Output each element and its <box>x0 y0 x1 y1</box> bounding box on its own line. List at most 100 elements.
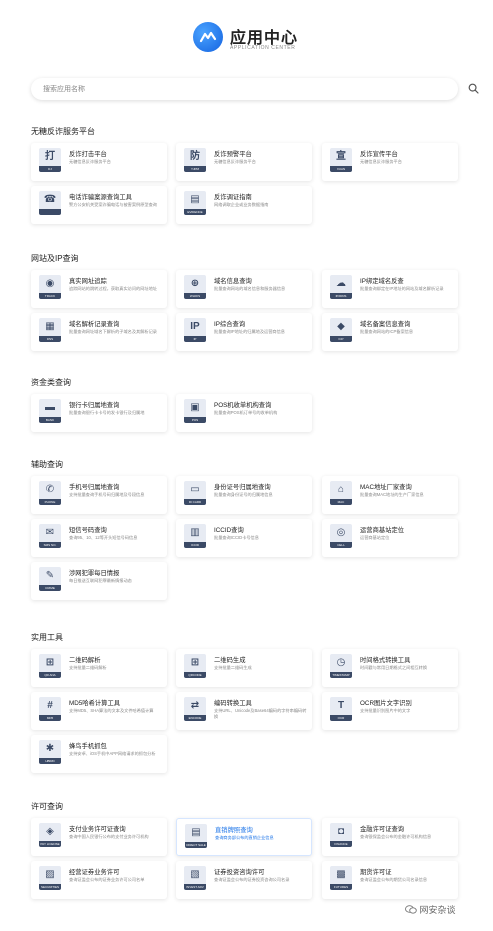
app-name: 证券投资咨询许可 <box>214 869 265 876</box>
app-name: POS机收单机构查询 <box>214 402 272 409</box>
app-description: 支持安卓、iOS手机中APP网络请求的抓包分析 <box>69 751 156 756</box>
app-description: 无糖信息反诈服务平台 <box>69 159 111 164</box>
app-card[interactable]: ◷ TIMESTAMP 时间格式转换工具 时间戳与常用日期格式之间相互转换 <box>322 649 458 687</box>
app-header: 应用中心 APPLICATION CENTER <box>0 22 493 62</box>
app-card[interactable]: ✎ CRIME 涉网犯罪每日情报 每日推送互联网犯罪最新情报动态 <box>31 562 167 600</box>
icon-glyph: ✆ <box>45 484 55 495</box>
page-subtitle: APPLICATION CENTER <box>230 45 296 51</box>
app-card[interactable]: ⊕ WHOIS 域名信息查询 批量查询网站的域名信息和服务器信息 <box>176 270 312 308</box>
app-card[interactable]: ◎ CELL 运营商基站定位 运营商基站定位 <box>322 519 458 557</box>
app-card[interactable]: 防 YJPM 反诈预警平台 无糖信息反诈服务平台 <box>176 143 312 181</box>
icon-caption: HBIRD <box>45 759 55 763</box>
app-card[interactable]: ▨ SECURITIES 经营证券业务许可 查询证监会公布的证券业务许可公司名单 <box>31 861 167 899</box>
app-description: 追踪网站的跳转过程，获取真实访问的网址地址 <box>69 286 157 291</box>
app-name: 银行卡归属地查询 <box>69 402 120 409</box>
icon-caption: EVIDENCE <box>187 210 203 214</box>
app-name: 反诈预警平台 <box>214 151 252 158</box>
app-card[interactable]: ◈ PAY LICENSE 支付业务许可证查询 查询中国人民银行公布的支付业务许可机构 <box>31 818 167 856</box>
phone-icon: ✆ PHONE <box>39 481 61 505</box>
app-name: OCR图片文字识别 <box>360 700 412 707</box>
icon-caption: INVEST ADV <box>186 885 204 889</box>
icon-glyph: ◈ <box>46 826 54 837</box>
search-icon[interactable] <box>468 83 479 94</box>
app-description: 查询证监会公布的证券投资咨询公司名录 <box>214 877 290 882</box>
iccid-icon: ▥ ICCID <box>184 524 206 548</box>
app-description: 支持MD5、SHA算法的文本及文件哈希值计算 <box>69 708 154 713</box>
megaphone-icon: 宣 XUAN <box>330 148 352 172</box>
icon-caption: ENCODE <box>188 716 202 720</box>
app-card[interactable]: ▥ ICCID ICCID查询 批量查询ICCID卡号信息 <box>176 519 312 557</box>
qr-encode-icon: ⊞ QRCODE <box>184 654 206 678</box>
icon-glyph: ▥ <box>190 527 200 538</box>
app-card[interactable]: ▦ DNS 域名解析记录查询 批量查询网址域名下解析的子域名及其解析记录 <box>31 313 167 351</box>
app-card[interactable]: 打 DJ 反诈打击平台 无糖信息反诈服务平台 <box>31 143 167 181</box>
guide-icon: ▤ EVIDENCE <box>184 191 206 215</box>
icon-glyph: ⌂ <box>337 484 345 495</box>
app-card[interactable]: ▤ DIRECT SALE 直销牌照查询 查询商务部公布的直销企业信息 <box>176 818 312 856</box>
app-card[interactable]: ◉ TRACK 真实网址追踪 追踪网站的跳转过程，获取真实访问的网址地址 <box>31 270 167 308</box>
app-card[interactable]: ☁ IP2DNS IP绑定域名反查 批量查询绑定在IP地址的网站及域名解析记录 <box>322 270 458 308</box>
app-card[interactable]: ⇄ ENCODE 编码转换工具 支持URL、Unicode及Base64编码的字符串编… <box>176 692 312 730</box>
app-card[interactable]: ▭ ID CARD 身份证号归属地查询 批量查询身份证号的归属地信息 <box>176 476 312 514</box>
app-description: 时间戳与常用日期格式之间相互转换 <box>360 665 428 670</box>
app-card[interactable]: ✱ HBIRD 蜂鸟手机抓包 支持安卓、iOS手机中APP网络请求的抓包分析 <box>31 735 167 773</box>
intel-icon: ✎ CRIME <box>39 567 61 591</box>
app-description: 查询证监会公布的证券业务许可公司名单 <box>69 877 145 882</box>
hash-icon: # MD5 <box>39 697 61 721</box>
app-description: 警方公安机关受案诈骗电话与被害案例原型查询 <box>69 202 157 207</box>
app-card[interactable]: T OCR OCR图片文字识别 支持批量识别图片中的文字 <box>322 692 458 730</box>
app-name: 身份证号归属地查询 <box>214 484 271 491</box>
icon-glyph: 宣 <box>336 151 346 162</box>
app-card[interactable]: ✉ SMS NO. 短信号码查询 查询95、10、12等开头短信号码信息 <box>31 519 167 557</box>
app-card[interactable]: 宣 XUAN 反诈宣传平台 无糖信息反诈服务平台 <box>322 143 458 181</box>
app-description: 批量查询网址域名下解析的子域名及其解析记录 <box>69 329 157 334</box>
app-card[interactable]: ☎ 电话诈骗案源查询工具 警方公安机关受案诈骗电话与被害案例原型查询 <box>31 186 167 224</box>
icon-caption: DJ <box>48 167 52 171</box>
app-name: 直销牌照查询 <box>215 827 253 834</box>
search-input[interactable] <box>43 82 423 96</box>
icon-caption: IP2DNS <box>335 294 347 298</box>
app-name: 真实网址追踪 <box>69 278 107 285</box>
icon-glyph: ▧ <box>190 869 200 880</box>
icon-caption: ICP <box>338 337 344 341</box>
app-card[interactable]: # MD5 MD5哈希计算工具 支持MD5、SHA算法的文本及文件哈希值计算 <box>31 692 167 730</box>
search-bar[interactable] <box>31 78 479 100</box>
app-card[interactable]: ▤ EVIDENCE 反诈调证指南 网络调取企业或业务数据指南 <box>176 186 312 224</box>
app-card[interactable]: ⌂ MAC MAC地址厂家查询 批量查询MAC地址的生产厂家信息 <box>322 476 458 514</box>
encode-icon: ⇄ ENCODE <box>184 697 206 721</box>
app-name: 运营商基站定位 <box>360 527 405 534</box>
icon-glyph: ⇄ <box>190 700 200 711</box>
icon-glyph: ✱ <box>45 743 55 754</box>
whois-icon: ⊕ WHOIS <box>184 275 206 299</box>
app-name: 反诈打击平台 <box>69 151 107 158</box>
icon-glyph: 防 <box>190 151 200 162</box>
app-card[interactable]: ⊞ QR ANA 二维码解析 支持批量二维码解析 <box>31 649 167 687</box>
app-name: 二维码解析 <box>69 657 101 664</box>
app-card[interactable]: ▬ BANK 银行卡归属地查询 批量查询银行卡卡号的发卡银行及归属地 <box>31 394 167 432</box>
app-card[interactable]: ✆ PHONE 手机号归属地查询 支持批量查询手机号码归属地及号段信息 <box>31 476 167 514</box>
app-name: 支付业务许可证查询 <box>69 826 126 833</box>
icon-glyph: ⊞ <box>190 657 200 668</box>
app-card[interactable]: ◘ FINANCE 金融许可证查询 查询银保监会公布的金融许可机构信息 <box>322 818 458 856</box>
app-description: 支持批量识别图片中的文字 <box>360 708 411 713</box>
app-card[interactable]: ◆ ICP 域名备案信息查询 批量查询网站的ICP备案信息 <box>322 313 458 351</box>
icon-glyph: ▦ <box>45 321 55 332</box>
id-card-icon: ▭ ID CARD <box>184 481 206 505</box>
app-card[interactable]: ▣ POS POS机收单机构查询 批量查询POS机订单号的收单机构 <box>176 394 312 432</box>
sms-icon: ✉ SMS NO. <box>39 524 61 548</box>
shield-icon: 防 YJPM <box>184 148 206 172</box>
icon-glyph: ◎ <box>336 527 346 538</box>
icon-caption: PHONE <box>44 500 56 504</box>
app-card[interactable]: ⊞ QRCODE 二维码生成 支持批量二维码生成 <box>176 649 312 687</box>
icon-glyph: T <box>337 700 345 711</box>
section-title: 无糖反诈服务平台 <box>31 127 95 136</box>
app-card[interactable]: IP IP IP综合查询 批量查询IP地址的归属地及运营商信息 <box>176 313 312 351</box>
app-name: IP综合查询 <box>214 321 246 328</box>
app-description: 批量查询身份证号的归属地信息 <box>214 492 273 497</box>
app-name: 经营证券业务许可 <box>69 869 120 876</box>
icon-caption: ICCID <box>190 543 200 547</box>
clock-icon: ◷ TIMESTAMP <box>330 654 352 678</box>
app-description: 无糖信息反诈服务平台 <box>360 159 402 164</box>
app-card[interactable]: ▧ INVEST ADV 证券投资咨询许可 查询证监会公布的证券投资咨询公司名录 <box>176 861 312 899</box>
app-card[interactable]: ▩ FUTURES 期货许可证 查询证监会公布的期货公司名录信息 <box>322 861 458 899</box>
